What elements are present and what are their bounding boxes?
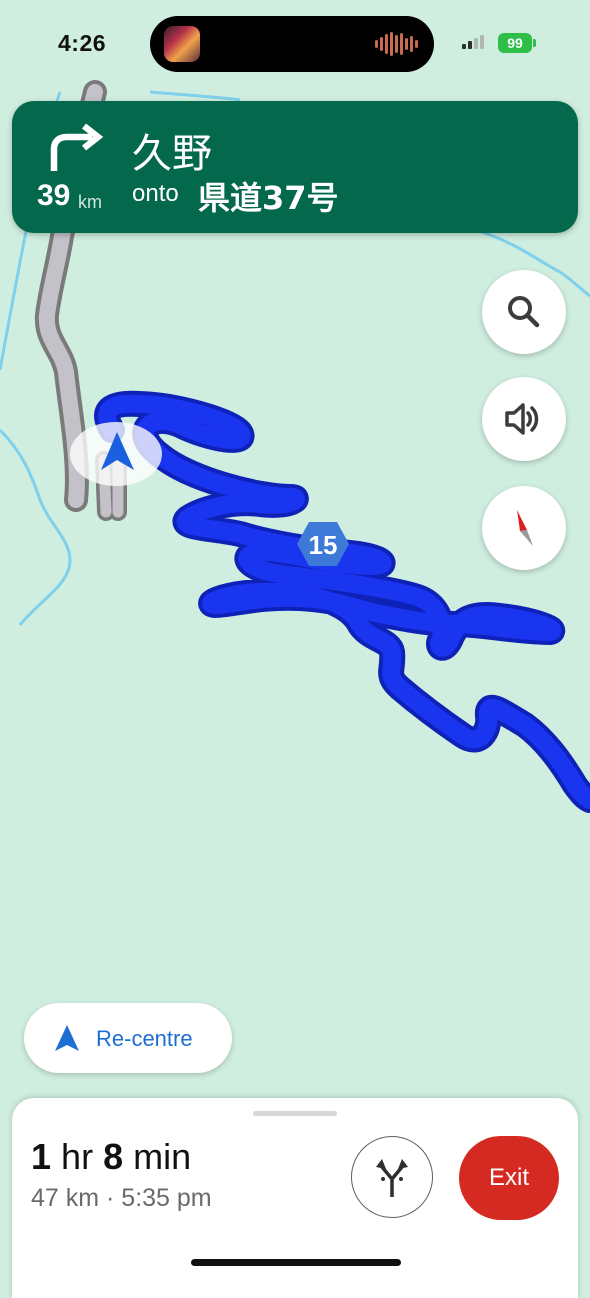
navigation-banner[interactable]: 39 km 久野 onto 県道37号 [12, 101, 578, 233]
onto-label: onto [132, 180, 179, 207]
trip-distance-arrival: 47 km · 5:35 pm [31, 1184, 212, 1212]
battery-indicator: 99 [498, 33, 532, 53]
dynamic-island[interactable] [150, 16, 434, 72]
audio-waveform-icon [375, 32, 418, 56]
exit-button[interactable]: Exit [459, 1136, 559, 1220]
distance-value: 39 [37, 179, 71, 212]
search-button[interactable] [482, 270, 566, 354]
route-number: 15 [308, 530, 338, 560]
duration-minutes: 8 [103, 1136, 124, 1177]
cellular-signal-icon [462, 35, 484, 49]
duration-hours: 1 [31, 1136, 52, 1177]
duration-hours-unit: hr [61, 1136, 94, 1177]
sheet-drag-handle[interactable] [253, 1111, 337, 1116]
trip-duration: 1 hr 8 min [31, 1136, 191, 1178]
compass-icon [517, 510, 533, 546]
next-street-name: 久野 [132, 131, 212, 177]
navigation-arrow-icon [55, 1025, 79, 1051]
trip-summary-sheet[interactable]: 1 hr 8 min 47 km · 5:35 pm Exit [12, 1098, 578, 1298]
home-indicator[interactable] [191, 1259, 401, 1266]
route-shield: 15 [295, 520, 351, 568]
compass-button[interactable] [482, 486, 566, 570]
route-options-button[interactable] [351, 1136, 433, 1218]
duration-minutes-unit: min [133, 1136, 192, 1177]
distance-unit: km [78, 192, 102, 212]
turn-right-icon [50, 123, 104, 171]
search-icon [508, 296, 540, 328]
onto-road-name: 県道37号 [198, 179, 339, 217]
sound-button[interactable] [482, 377, 566, 461]
speaker-icon [505, 403, 539, 435]
album-art [164, 26, 200, 62]
recentre-button[interactable]: Re-centre [24, 1003, 232, 1073]
battery-level: 99 [507, 35, 523, 51]
recentre-label: Re-centre [96, 1026, 193, 1051]
battery-tip [533, 39, 536, 47]
status-time: 4:26 [58, 30, 107, 56]
alternate-routes-icon [376, 1159, 408, 1197]
